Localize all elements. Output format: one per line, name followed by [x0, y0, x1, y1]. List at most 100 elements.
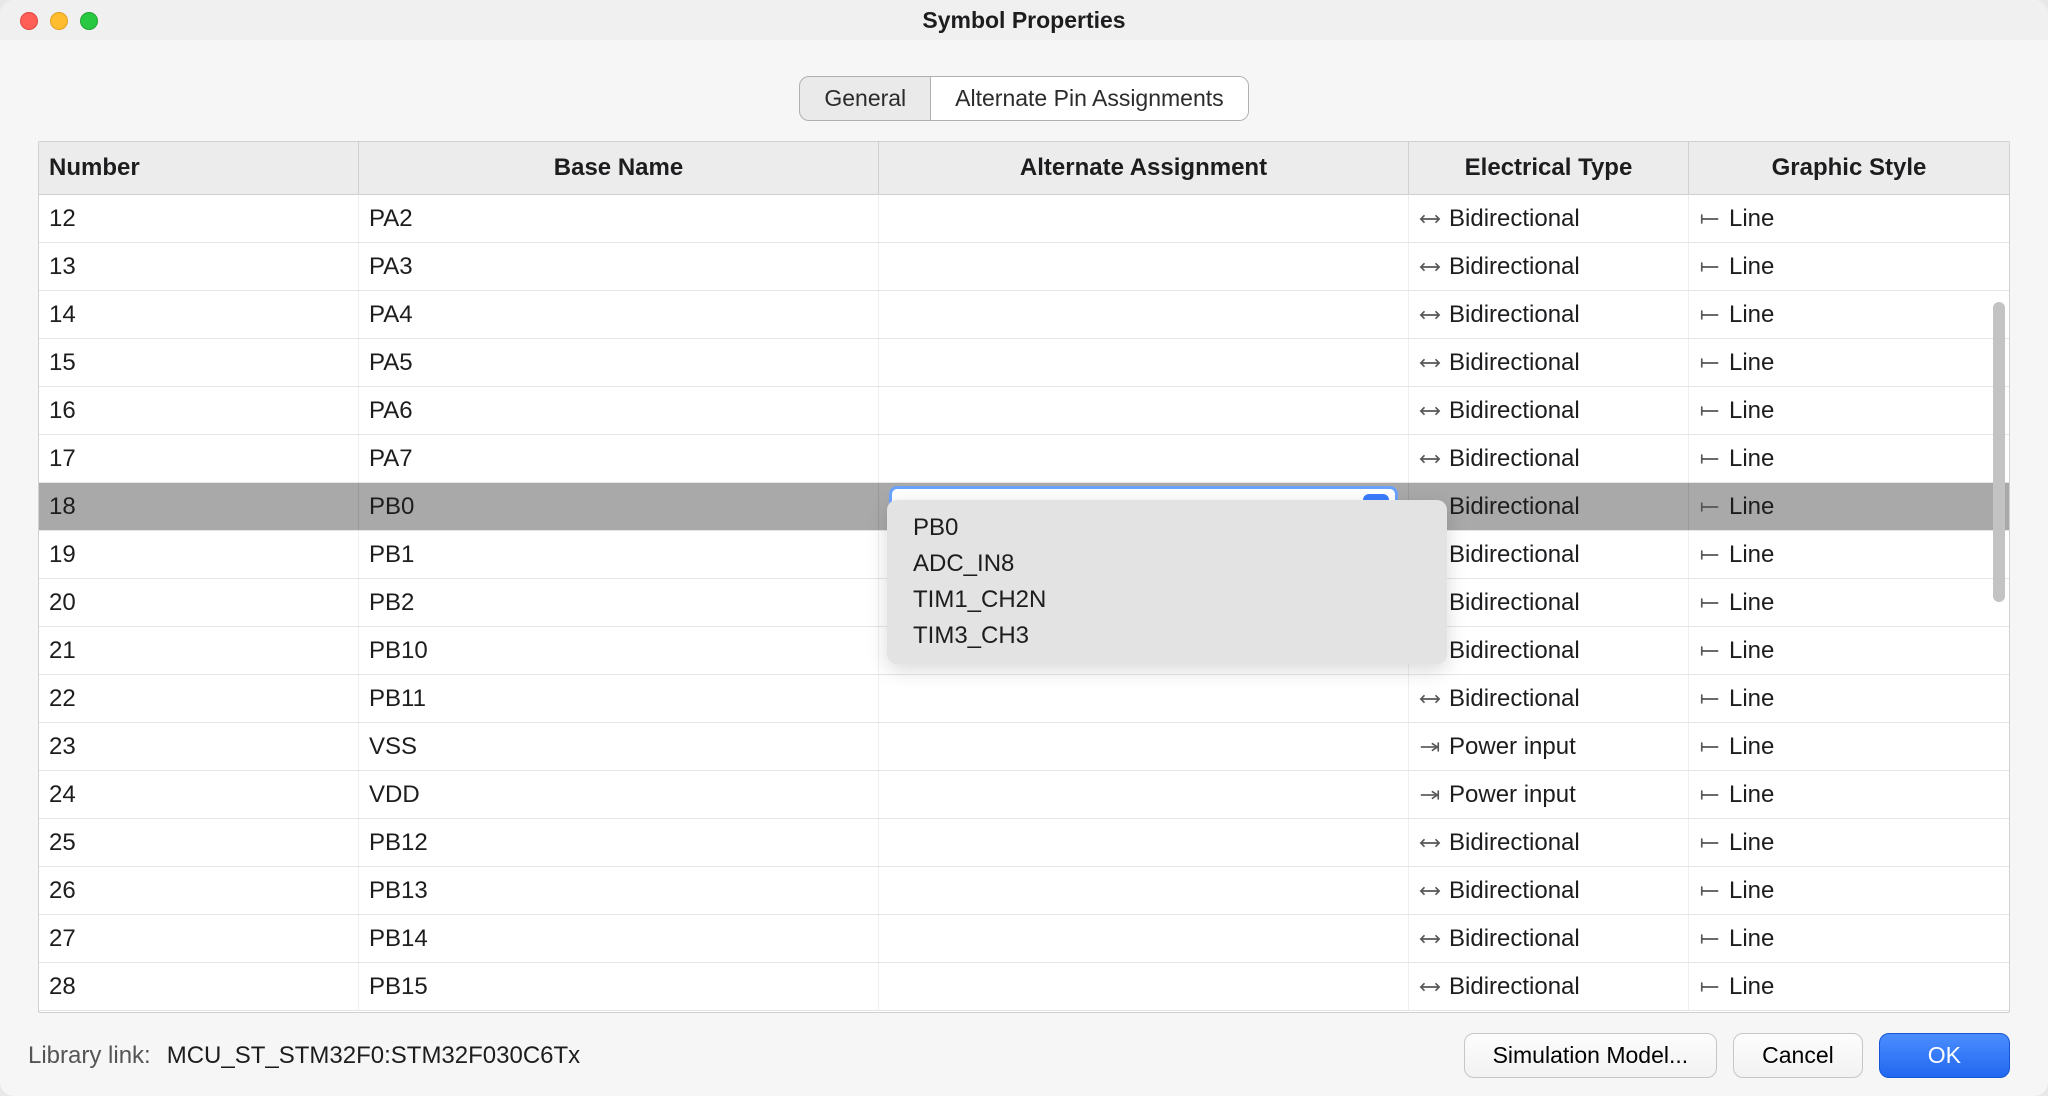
cell-number[interactable]: 21: [39, 627, 359, 674]
cell-graphic-style[interactable]: Line: [1689, 963, 2009, 1010]
cell-number[interactable]: 26: [39, 867, 359, 914]
col-header-number[interactable]: Number: [39, 142, 359, 194]
cell-electrical-type[interactable]: Bidirectional: [1409, 243, 1689, 290]
pin-table[interactable]: Number Base Name Alternate Assignment El…: [39, 142, 2009, 1012]
cell-base-name[interactable]: PB15: [359, 963, 879, 1010]
cell-base-name[interactable]: VDD: [359, 771, 879, 818]
cell-alt-assignment[interactable]: [879, 867, 1409, 914]
cell-electrical-type[interactable]: Bidirectional: [1409, 387, 1689, 434]
cell-graphic-style[interactable]: Line: [1689, 195, 2009, 242]
cell-graphic-style[interactable]: Line: [1689, 579, 2009, 626]
table-row[interactable]: 16 PA6 Bidirectional Line: [39, 387, 2009, 435]
cell-number[interactable]: 28: [39, 963, 359, 1010]
table-row[interactable]: 17 PA7 Bidirectional Line: [39, 435, 2009, 483]
table-row[interactable]: 26 PB13 Bidirectional Line: [39, 867, 2009, 915]
cell-graphic-style[interactable]: Line: [1689, 771, 2009, 818]
cell-electrical-type[interactable]: Bidirectional: [1409, 339, 1689, 386]
cell-number[interactable]: 25: [39, 819, 359, 866]
cell-graphic-style[interactable]: Line: [1689, 867, 2009, 914]
cell-base-name[interactable]: PB12: [359, 819, 879, 866]
cell-base-name[interactable]: VSS: [359, 723, 879, 770]
ok-button[interactable]: OK: [1879, 1033, 2010, 1078]
cell-number[interactable]: 15: [39, 339, 359, 386]
cell-graphic-style[interactable]: Line: [1689, 339, 2009, 386]
cell-graphic-style[interactable]: Line: [1689, 675, 2009, 722]
table-row[interactable]: 24 VDD Power input Line: [39, 771, 2009, 819]
cell-graphic-style[interactable]: Line: [1689, 819, 2009, 866]
cell-alt-assignment[interactable]: [879, 339, 1409, 386]
cell-graphic-style[interactable]: Line: [1689, 291, 2009, 338]
cell-electrical-type[interactable]: Bidirectional: [1409, 435, 1689, 482]
cell-electrical-type[interactable]: Bidirectional: [1409, 579, 1689, 626]
cell-alt-assignment[interactable]: [879, 195, 1409, 242]
dropdown-option[interactable]: TIM1_CH2N: [887, 582, 1447, 618]
cell-base-name[interactable]: PA2: [359, 195, 879, 242]
col-header-alt-assignment[interactable]: Alternate Assignment: [879, 142, 1409, 194]
cell-alt-assignment[interactable]: [879, 435, 1409, 482]
cell-electrical-type[interactable]: Bidirectional: [1409, 195, 1689, 242]
cell-number[interactable]: 20: [39, 579, 359, 626]
cell-alt-assignment[interactable]: [879, 915, 1409, 962]
cell-base-name[interactable]: PB1: [359, 531, 879, 578]
cell-number[interactable]: 19: [39, 531, 359, 578]
close-window-button[interactable]: [20, 12, 38, 30]
cell-base-name[interactable]: PB10: [359, 627, 879, 674]
cell-graphic-style[interactable]: Line: [1689, 483, 2009, 530]
cell-number[interactable]: 13: [39, 243, 359, 290]
table-row[interactable]: 14 PA4 Bidirectional Line: [39, 291, 2009, 339]
table-row[interactable]: 13 PA3 Bidirectional Line: [39, 243, 2009, 291]
cell-graphic-style[interactable]: Line: [1689, 915, 2009, 962]
cell-electrical-type[interactable]: Bidirectional: [1409, 291, 1689, 338]
cancel-button[interactable]: Cancel: [1733, 1033, 1863, 1078]
alt-assignment-dropdown[interactable]: PB0ADC_IN8TIM1_CH2NTIM3_CH3: [887, 500, 1447, 664]
cell-electrical-type[interactable]: Bidirectional: [1409, 867, 1689, 914]
table-row[interactable]: 22 PB11 Bidirectional Line: [39, 675, 2009, 723]
cell-base-name[interactable]: PA4: [359, 291, 879, 338]
table-row[interactable]: 25 PB12 Bidirectional Line: [39, 819, 2009, 867]
table-row[interactable]: 15 PA5 Bidirectional Line: [39, 339, 2009, 387]
cell-number[interactable]: 22: [39, 675, 359, 722]
tab-general[interactable]: General: [800, 77, 930, 120]
cell-base-name[interactable]: PB14: [359, 915, 879, 962]
col-header-graphic-style[interactable]: Graphic Style: [1689, 142, 2009, 194]
col-header-base-name[interactable]: Base Name: [359, 142, 879, 194]
cell-graphic-style[interactable]: Line: [1689, 243, 2009, 290]
cell-electrical-type[interactable]: Bidirectional: [1409, 627, 1689, 674]
vertical-scrollbar[interactable]: [1993, 302, 2005, 602]
cell-alt-assignment[interactable]: [879, 723, 1409, 770]
cell-base-name[interactable]: PB11: [359, 675, 879, 722]
dropdown-option[interactable]: PB0: [887, 510, 1447, 546]
cell-number[interactable]: 12: [39, 195, 359, 242]
cell-alt-assignment[interactable]: [879, 771, 1409, 818]
cell-alt-assignment[interactable]: [879, 963, 1409, 1010]
zoom-window-button[interactable]: [80, 12, 98, 30]
cell-alt-assignment[interactable]: [879, 243, 1409, 290]
cell-electrical-type[interactable]: Bidirectional: [1409, 483, 1689, 530]
cell-electrical-type[interactable]: Bidirectional: [1409, 819, 1689, 866]
simulation-model-button[interactable]: Simulation Model...: [1464, 1033, 1718, 1078]
minimize-window-button[interactable]: [50, 12, 68, 30]
table-row[interactable]: 28 PB15 Bidirectional Line: [39, 963, 2009, 1011]
cell-number[interactable]: 17: [39, 435, 359, 482]
cell-alt-assignment[interactable]: [879, 291, 1409, 338]
dropdown-option[interactable]: ADC_IN8: [887, 546, 1447, 582]
table-row[interactable]: 27 PB14 Bidirectional Line: [39, 915, 2009, 963]
cell-graphic-style[interactable]: Line: [1689, 387, 2009, 434]
cell-electrical-type[interactable]: Bidirectional: [1409, 963, 1689, 1010]
cell-electrical-type[interactable]: Power input: [1409, 771, 1689, 818]
tab-alternate-pin-assignments[interactable]: Alternate Pin Assignments: [930, 77, 1247, 120]
cell-base-name[interactable]: PB0: [359, 483, 879, 530]
cell-alt-assignment[interactable]: [879, 819, 1409, 866]
cell-base-name[interactable]: PA5: [359, 339, 879, 386]
dropdown-option[interactable]: TIM3_CH3: [887, 618, 1447, 654]
cell-number[interactable]: 24: [39, 771, 359, 818]
cell-electrical-type[interactable]: Power input: [1409, 723, 1689, 770]
cell-base-name[interactable]: PA3: [359, 243, 879, 290]
cell-number[interactable]: 23: [39, 723, 359, 770]
cell-base-name[interactable]: PA6: [359, 387, 879, 434]
cell-graphic-style[interactable]: Line: [1689, 723, 2009, 770]
cell-number[interactable]: 14: [39, 291, 359, 338]
cell-base-name[interactable]: PB2: [359, 579, 879, 626]
cell-graphic-style[interactable]: Line: [1689, 435, 2009, 482]
table-row[interactable]: 12 PA2 Bidirectional Line: [39, 195, 2009, 243]
